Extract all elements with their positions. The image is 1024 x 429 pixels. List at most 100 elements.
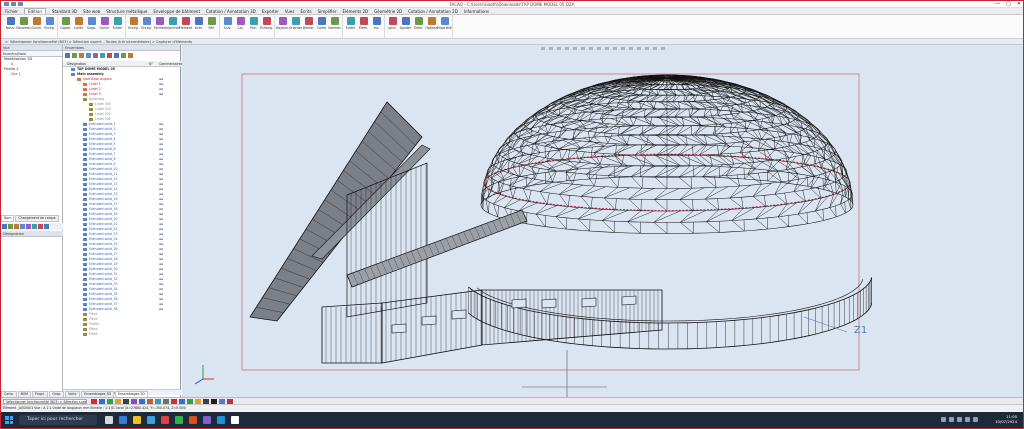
ribbon-button-4-3[interactable]: Cadre: [316, 17, 327, 30]
geodesic-dome[interactable]: [480, 74, 854, 234]
ribbon-button-1-4[interactable]: Éditer: [112, 17, 123, 30]
layer-tool-icon[interactable]: [8, 224, 13, 229]
layer-tool-icon[interactable]: [26, 224, 31, 229]
ribbon-button-1-0[interactable]: Copier: [60, 17, 71, 30]
view-tree-item[interactable]: Vue 1: [1, 72, 62, 77]
assembly-tool-icon[interactable]: [79, 53, 84, 58]
tray-icon[interactable]: [941, 417, 946, 422]
menu-item-0[interactable]: Fichier: [5, 9, 18, 14]
tray-icon[interactable]: [973, 417, 978, 422]
ribbon-button-5-1[interactable]: Élém.: [358, 17, 369, 30]
layer-tool-icon[interactable]: [44, 224, 49, 229]
ribbon-button-5-2[interactable]: Inv.: [371, 17, 382, 30]
dome-model-drawing[interactable]: Z1: [182, 45, 1023, 397]
close-button[interactable]: ✕: [1017, 1, 1021, 7]
tray-icon[interactable]: [957, 417, 962, 422]
layer-tool-icon[interactable]: [38, 224, 43, 229]
menu-item-2[interactable]: Standard 3D: [52, 9, 77, 14]
menu-item-3[interactable]: Site web: [83, 9, 100, 14]
ribbon-button-4-1[interactable]: Orienter: [289, 17, 302, 30]
layer-tool-icon[interactable]: [20, 224, 25, 229]
ribbon-button-0-3[interactable]: Enreg.: [44, 17, 55, 30]
menu-item-8[interactable]: Vues: [285, 9, 295, 14]
taskbar-app-icon[interactable]: [147, 416, 155, 424]
ribbon-button-2-5[interactable]: Actu: [193, 17, 204, 30]
solid-icon: [83, 148, 87, 151]
tab-changement-calque[interactable]: Changement de calque: [15, 215, 59, 222]
layer-tool-icon[interactable]: [32, 224, 37, 229]
ribbon-button-3-1[interactable]: Cal.: [235, 17, 246, 30]
assembly-tool-icon[interactable]: [65, 53, 70, 58]
ribbon-button-4-4[interactable]: Normes: [328, 17, 341, 30]
wing-building[interactable]: [249, 101, 663, 364]
menu-item-6[interactable]: Cotation / Annotation 3D: [206, 9, 256, 14]
taskbar-clock[interactable]: 11:00 10/07/2024: [995, 414, 1017, 424]
ribbon-button-6-3[interactable]: Options: [425, 17, 438, 30]
taskbar-app-icon[interactable]: [231, 416, 239, 424]
ribbon-button-5-0[interactable]: Éditer: [345, 17, 356, 30]
menu-item-12[interactable]: Géométrie 2D: [374, 9, 402, 14]
layer-tool-icon[interactable]: [2, 224, 7, 229]
menu-item-1[interactable]: Edition: [24, 8, 46, 14]
menu-item-14[interactable]: Informations: [464, 9, 489, 14]
tray-icon[interactable]: [949, 417, 954, 422]
ribbon-button-3-0[interactable]: Suiv.: [222, 17, 233, 30]
ribbon-button-2-1[interactable]: Enreg.: [141, 17, 152, 30]
ribbon-button-2-3[interactable]: Imprimer: [165, 17, 180, 30]
assembly-tree-row[interactable]: Pièce: [63, 332, 181, 337]
curved-wall[interactable]: [468, 277, 873, 350]
taskbar-app-icon[interactable]: [161, 416, 169, 424]
taskbar-app-icon[interactable]: [217, 416, 225, 424]
taskbar-app-icon[interactable]: [175, 416, 183, 424]
assembly-tool-icon[interactable]: [128, 53, 133, 58]
menu-item-10[interactable]: Simplifier: [318, 9, 337, 14]
ribbon-button-1-3[interactable]: Ouvrir: [99, 17, 110, 30]
assembly-tool-icon[interactable]: [72, 53, 77, 58]
ribbon-button-4-0[interactable]: Rayonn.: [276, 17, 289, 30]
assembly-tool-icon[interactable]: [121, 53, 126, 58]
taskbar-search-input[interactable]: Taper ici pour rechercher: [19, 415, 97, 425]
taskbar-app-icon[interactable]: [203, 416, 211, 424]
assembly-tool-icon[interactable]: [107, 53, 112, 58]
minimize-button[interactable]: —: [995, 1, 1000, 7]
layer-tool-icon[interactable]: [14, 224, 19, 229]
ribbon-button-0-0[interactable]: Nouv.: [5, 17, 16, 30]
assembly-tool-icon[interactable]: [86, 53, 91, 58]
ribbon-button-1-1[interactable]: Coller: [73, 17, 84, 30]
menu-item-4[interactable]: Structure métallique: [106, 9, 147, 14]
ribbon-button-3-3[interactable]: Échang.: [260, 17, 273, 30]
menu-item-13[interactable]: Cotation / Annotation 2D: [408, 9, 458, 14]
menu-item-5[interactable]: Enveloppe de bâtiment: [153, 9, 200, 14]
tray-icon[interactable]: [965, 417, 970, 422]
close-icon[interactable]: ✕: [5, 40, 8, 44]
ribbon-button-3-2[interactable]: Pan.: [248, 17, 259, 30]
ribbon-button-6-0[interactable]: Joint.: [387, 17, 398, 30]
taskbar-app-icon[interactable]: [105, 416, 113, 424]
solid-icon: [83, 178, 87, 181]
taskbar-app-icon[interactable]: [189, 416, 197, 424]
menu-item-11[interactable]: Éléments 2D: [343, 9, 369, 14]
ribbon-button-4-2[interactable]: Démar.: [303, 17, 314, 30]
assembly-tool-icon[interactable]: [100, 53, 105, 58]
windows-start-icon[interactable]: [5, 416, 13, 424]
tab-nom[interactable]: Nom: [1, 215, 15, 222]
menu-item-7[interactable]: Exporter: [262, 9, 279, 14]
ribbon-button-0-2[interactable]: Ouvrir: [31, 17, 42, 30]
taskbar-app-icon[interactable]: [133, 416, 141, 424]
assembly-tool-icon[interactable]: [93, 53, 98, 58]
assembly-tool-icon[interactable]: [114, 53, 119, 58]
menu-item-9[interactable]: Écrits: [300, 9, 311, 14]
maximize-button[interactable]: □: [1006, 1, 1011, 7]
ribbon-button-6-2[interactable]: Élém.: [413, 17, 424, 30]
solid-icon: [83, 243, 87, 246]
ribbon-button-2-2[interactable]: Fermer: [154, 17, 165, 30]
3d-viewport[interactable]: Z1: [182, 45, 1023, 397]
ribbon-button-6-1[interactable]: Ajouter: [400, 17, 411, 30]
ribbon-button-1-2[interactable]: Supp.: [86, 17, 97, 30]
taskbar-app-icon[interactable]: [119, 416, 127, 424]
ribbon-button-6-4[interactable]: Propriété: [437, 17, 452, 30]
ribbon-button-2-0[interactable]: Enreg.: [128, 17, 139, 30]
ribbon-button-2-6[interactable]: Réf.: [206, 17, 217, 30]
ribbon-button-2-4[interactable]: Élément: [179, 17, 192, 30]
ribbon-button-0-1[interactable]: Nouveau: [16, 17, 31, 30]
